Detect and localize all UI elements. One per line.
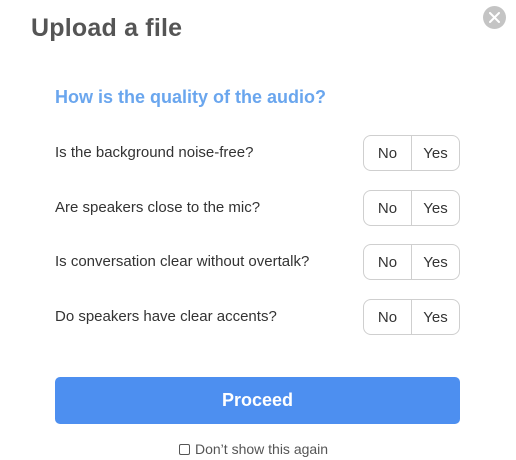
yes-button[interactable]: Yes <box>412 245 459 279</box>
question-label: Do speakers have clear accents? <box>55 308 277 325</box>
yes-no-toggle: No Yes <box>363 135 460 171</box>
yes-button[interactable]: Yes <box>412 300 459 334</box>
question-row-noise: Is the background noise-free? No Yes <box>55 135 463 171</box>
audio-quality-heading: How is the quality of the audio? <box>55 87 327 107</box>
dont-show-checkbox[interactable] <box>179 443 190 455</box>
dont-show-label: Don’t show this again <box>195 441 329 457</box>
question-label: Is conversation clear without overtalk? <box>55 253 310 270</box>
no-button[interactable]: No <box>364 300 412 334</box>
no-button[interactable]: No <box>364 191 412 225</box>
no-button[interactable]: No <box>364 136 412 170</box>
dont-show-again[interactable]: Don’t show this again <box>179 441 328 457</box>
yes-button[interactable]: Yes <box>412 191 459 225</box>
question-row-mic: Are speakers close to the mic? No Yes <box>55 190 463 226</box>
yes-no-toggle: No Yes <box>363 190 460 226</box>
question-row-accents: Do speakers have clear accents? No Yes <box>55 299 463 335</box>
upload-dialog: Upload a file How is the quality of the … <box>0 0 516 460</box>
close-icon <box>489 12 500 23</box>
question-row-overtalk: Is conversation clear without overtalk? … <box>55 244 463 280</box>
proceed-button[interactable]: Proceed <box>55 377 460 424</box>
question-label: Is the background noise-free? <box>55 144 254 161</box>
question-label: Are speakers close to the mic? <box>55 199 261 216</box>
yes-button[interactable]: Yes <box>412 136 459 170</box>
yes-no-toggle: No Yes <box>363 244 460 280</box>
yes-no-toggle: No Yes <box>363 299 460 335</box>
close-button[interactable] <box>483 6 506 29</box>
no-button[interactable]: No <box>364 245 412 279</box>
dialog-title: Upload a file <box>31 14 183 42</box>
